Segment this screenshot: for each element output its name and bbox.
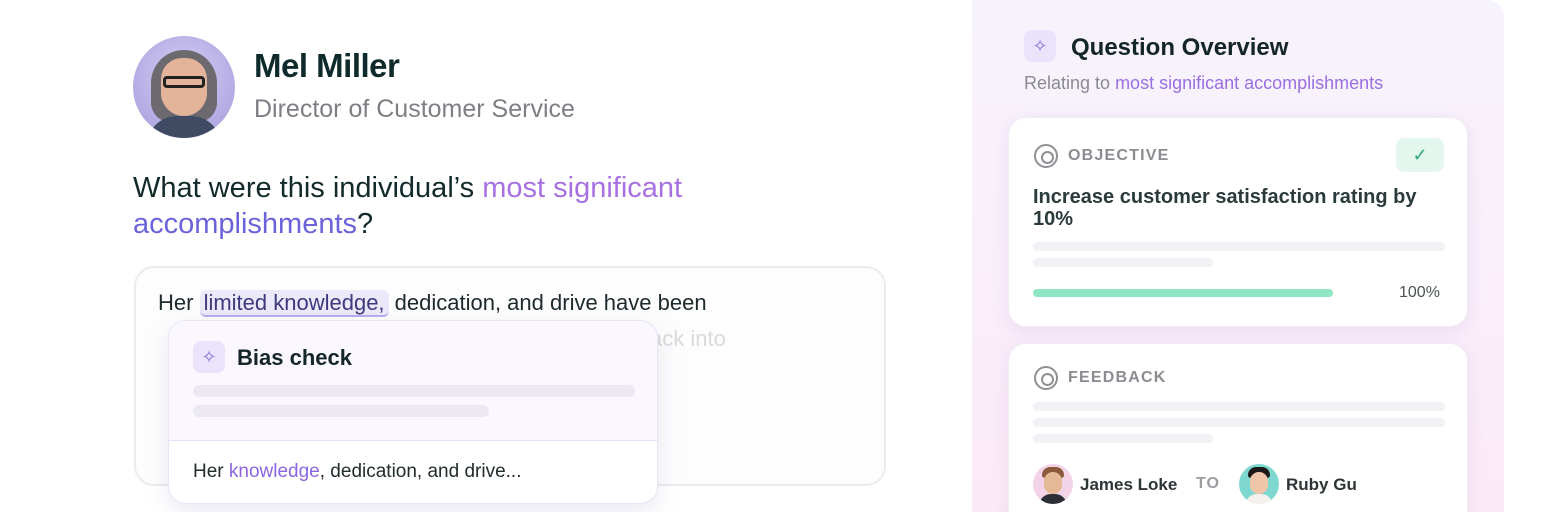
question-prefix: What were this individual’s <box>133 172 483 204</box>
flagged-phrase[interactable]: limited knowledge, <box>199 290 389 317</box>
answer-before: Her <box>158 290 200 315</box>
stage: Mel Miller Director of Customer Service … <box>0 0 1568 512</box>
bias-check-title: Bias check <box>237 345 352 370</box>
sparkle-icon: ✧ <box>1024 30 1056 62</box>
progress-percent: 100% <box>1399 284 1440 301</box>
question-text: What were this individual’s most signifi… <box>133 170 853 242</box>
overview-keyword: most significant accomplishments <box>1115 73 1384 93</box>
target-icon <box>1034 144 1058 168</box>
objective-text: Increase customer satisfaction rating by… <box>1033 186 1417 230</box>
question-suffix: ? <box>357 208 374 240</box>
answer-text: Her limited knowledge, dedication, and d… <box>158 290 707 317</box>
answer-faded-text: ack into <box>650 326 726 351</box>
feedback-label: FEEDBACK <box>1068 369 1167 386</box>
progress-bar <box>1033 289 1333 297</box>
overview-title: Question Overview <box>1071 34 1289 61</box>
avatar <box>1239 464 1279 504</box>
profile-name: Mel Miller <box>254 47 400 84</box>
suggestion-keyword: knowledge <box>228 461 320 482</box>
skeleton-line <box>193 405 489 417</box>
sparkle-icon: ✧ <box>193 341 225 373</box>
skeleton-line <box>1033 434 1213 443</box>
bias-check-popover: ✧ Bias check Her knowledge, dedication, … <box>168 320 658 504</box>
bias-suggestion[interactable]: Her knowledge, dedication, and drive... <box>193 461 522 483</box>
target-icon <box>1034 366 1058 390</box>
bias-check-header <box>169 321 657 441</box>
objective-label: OBJECTIVE <box>1068 147 1170 164</box>
skeleton-line <box>1033 258 1213 267</box>
feedback-to-label: TO <box>1196 475 1220 492</box>
question-highlight-2: accomplishments <box>133 208 358 240</box>
avatar <box>133 36 235 138</box>
avatar <box>1033 464 1073 504</box>
skeleton-line <box>1033 418 1445 427</box>
skeleton-line <box>1033 242 1445 251</box>
profile-role: Director of Customer Service <box>254 95 575 123</box>
objective-card[interactable]: OBJECTIVE ✓ Increase customer satisfacti… <box>1008 117 1468 327</box>
feedback-from: James Loke <box>1080 475 1178 494</box>
overview-subtitle: Relating to most significant accomplishm… <box>1024 73 1384 93</box>
question-highlight: most significant <box>482 172 683 204</box>
check-icon: ✓ <box>1396 138 1444 172</box>
feedback-card[interactable]: FEEDBACK James Loke TO Ruby Gu <box>1008 343 1468 512</box>
skeleton-line <box>1033 402 1445 411</box>
answer-after: dedication, and drive have been <box>388 290 707 315</box>
progress-fill <box>1033 289 1333 297</box>
feedback-to: Ruby Gu <box>1286 475 1357 494</box>
skeleton-line <box>193 385 635 397</box>
